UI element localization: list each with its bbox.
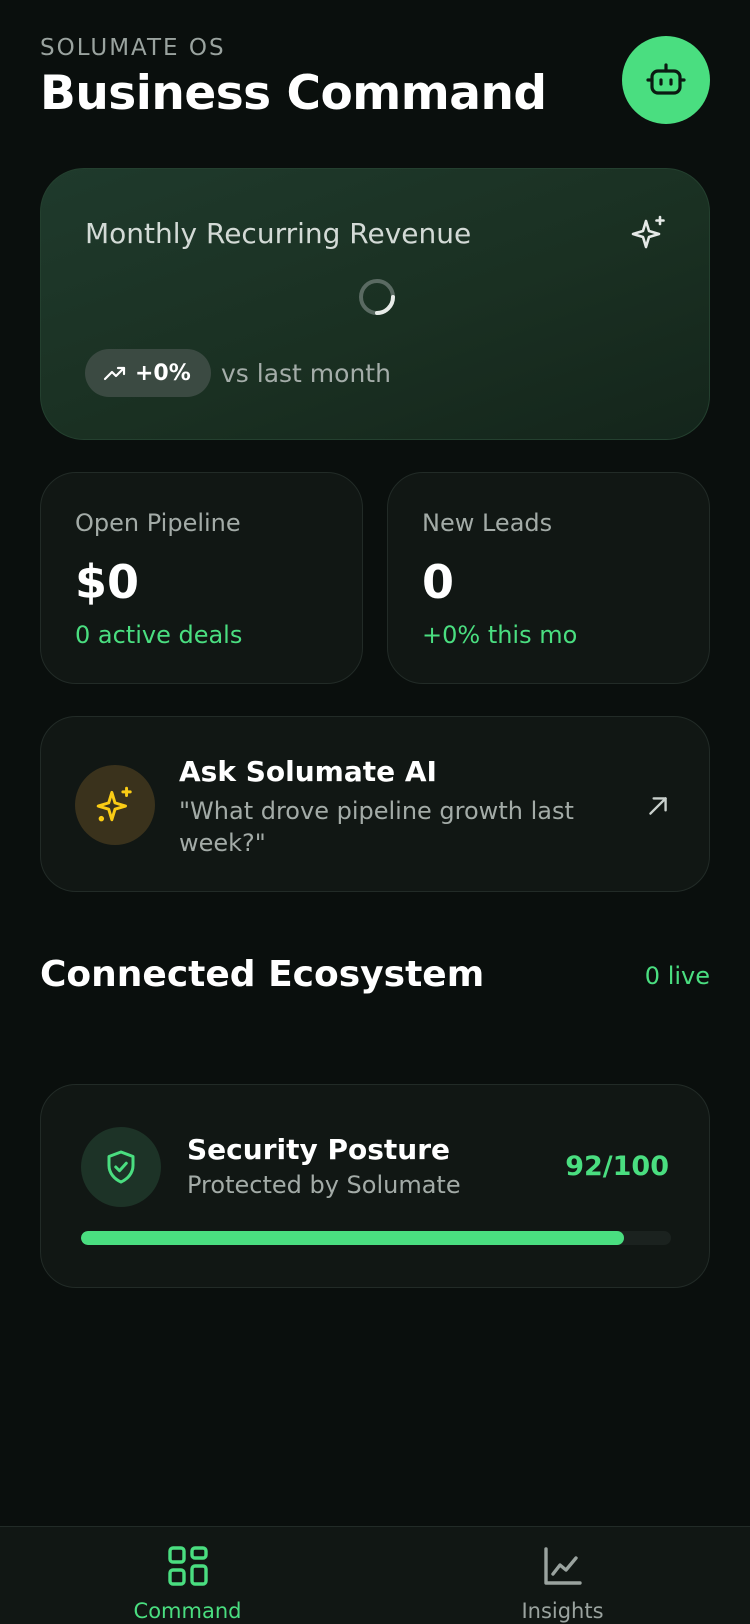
stat-subtext: 0 active deals — [75, 621, 243, 649]
loading-spinner — [359, 279, 395, 315]
stat-label: New Leads — [422, 509, 553, 537]
stat-value: 0 — [422, 555, 455, 609]
ai-icon-badge — [75, 765, 155, 845]
nav-item-command[interactable]: Command — [0, 1527, 375, 1624]
sparkles-icon — [631, 215, 665, 249]
grid-icon — [167, 1546, 208, 1586]
stat-label: Open Pipeline — [75, 509, 241, 537]
security-score: 92/100 — [565, 1151, 669, 1182]
stat-subtext: +0% this mo — [422, 621, 578, 649]
section-title: Connected Ecosystem — [40, 954, 485, 995]
trend-caption: vs last month — [221, 359, 391, 388]
nav-item-insights[interactable]: Insights — [375, 1527, 750, 1624]
chart-line-icon — [543, 1547, 582, 1585]
security-icon-badge — [81, 1127, 161, 1207]
mrr-card[interactable]: Monthly Recurring Revenue +0% vs last mo… — [40, 168, 710, 440]
security-progress-fill — [81, 1231, 624, 1245]
trend-badge: +0% — [85, 349, 211, 397]
stat-value: $0 — [75, 555, 140, 609]
shield-check-icon — [107, 1150, 135, 1184]
ai-title: Ask Solumate AI — [179, 755, 437, 788]
trending-up-icon — [103, 366, 126, 381]
bottom-nav: Command Insights — [0, 1526, 750, 1624]
mrr-label: Monthly Recurring Revenue — [85, 217, 472, 250]
security-progress-track — [81, 1231, 671, 1245]
assistant-button[interactable] — [622, 36, 710, 124]
robot-icon — [646, 63, 686, 95]
ai-prompt: "What drove pipeline growth last week?" — [179, 797, 574, 857]
security-subtitle: Protected by Solumate — [187, 1171, 461, 1199]
page-title: Business Command — [40, 66, 547, 121]
ask-ai-card[interactable]: Ask Solumate AI "What drove pipeline gro… — [40, 716, 710, 892]
new-leads-card[interactable]: New Leads 0 +0% this mo — [387, 472, 710, 684]
security-title: Security Posture — [187, 1133, 451, 1166]
trend-value: +0% — [135, 360, 191, 386]
brand-subtitle: SOLUMATE OS — [40, 35, 226, 61]
security-card[interactable]: Security Posture Protected by Solumate 9… — [40, 1084, 710, 1288]
header: SOLUMATE OS Business Command — [40, 34, 710, 134]
live-count: 0 live — [644, 962, 710, 990]
nav-label: Insights — [521, 1599, 604, 1623]
nav-label: Command — [133, 1599, 242, 1623]
arrow-up-right-icon[interactable] — [645, 793, 671, 819]
sparkles-icon — [96, 786, 132, 822]
open-pipeline-card[interactable]: Open Pipeline $0 0 active deals — [40, 472, 363, 684]
